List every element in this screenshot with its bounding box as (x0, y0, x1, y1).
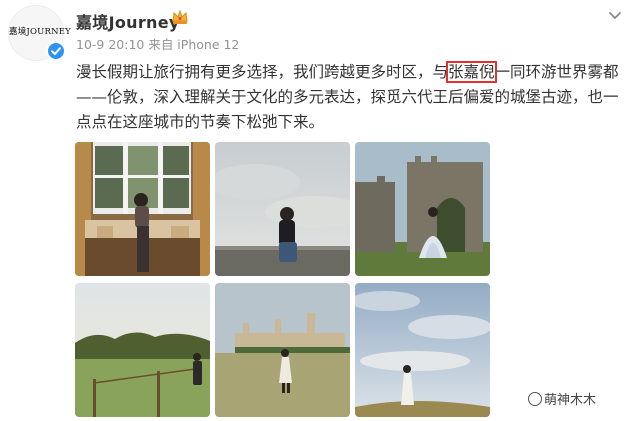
avatar-logo-text: 嘉境JOURNEY (9, 27, 71, 37)
watermark-text: 萌神木木 (544, 393, 597, 408)
photo-4[interactable] (75, 283, 210, 417)
photo-3[interactable] (355, 142, 490, 276)
photo-1[interactable] (75, 142, 210, 276)
chevron-down-icon[interactable] (608, 6, 622, 19)
photo-6[interactable] (355, 283, 490, 417)
mention-link[interactable]: 张嘉倪 (446, 61, 497, 83)
verified-icon (46, 41, 66, 61)
username[interactable]: 嘉境Journey (76, 9, 180, 33)
post-meta: 10-9 20:10 来自 iPhone 12 (76, 37, 240, 52)
photo-5[interactable] (215, 283, 350, 417)
post-text-part-1: 漫长假期让旅行拥有更多选择，我们跨越更多时区，与 (76, 63, 449, 81)
camera-icon (528, 392, 542, 406)
photo-2[interactable] (215, 142, 350, 276)
watermark: 萌神木木 (528, 389, 596, 408)
crown-icon (171, 9, 189, 25)
post-text: 漫长假期让旅行拥有更多选择，我们跨越更多时区，与张嘉倪一同环游世界雾都——伦敦，… (76, 60, 624, 135)
